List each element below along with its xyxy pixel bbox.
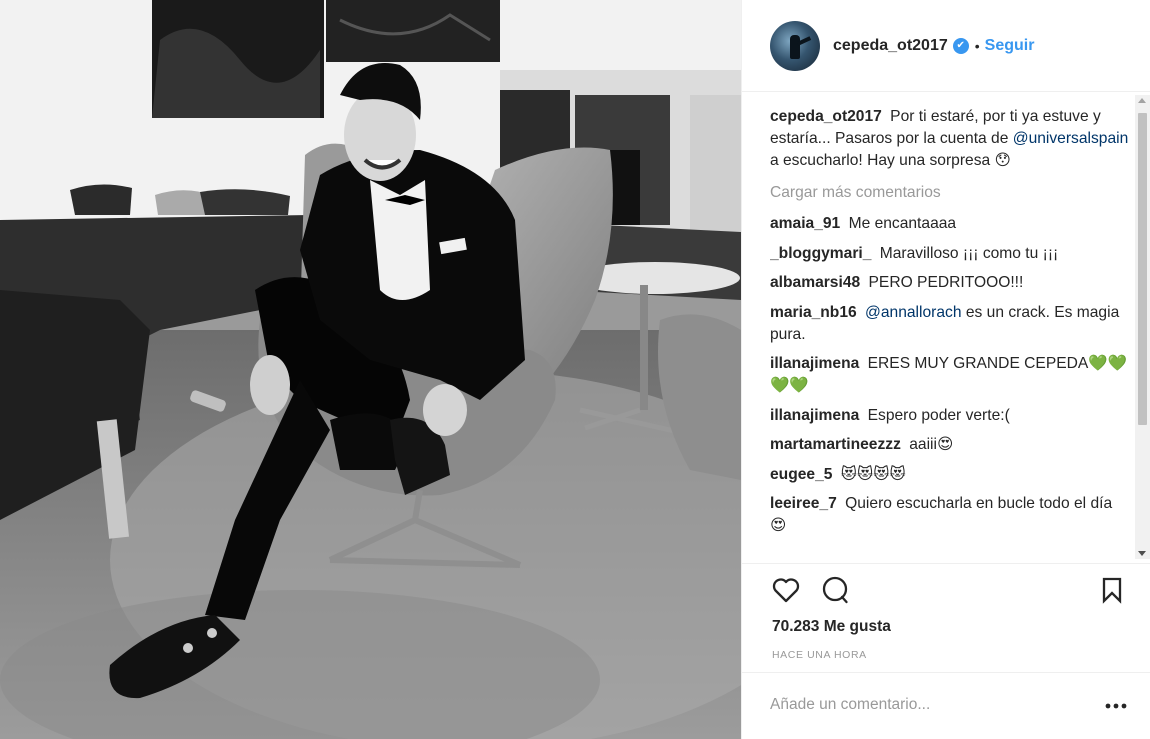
comment-row: maria_nb16 @annallorach es un crack. Es … bbox=[770, 302, 1130, 346]
post-timestamp[interactable]: HACE UNA HORA bbox=[772, 649, 867, 661]
load-more-comments-link[interactable]: Cargar más comentarios bbox=[770, 182, 1130, 204]
header-username[interactable]: cepeda_ot2017 bbox=[833, 37, 948, 55]
comment-row: illanajimena Espero poder verte:( bbox=[770, 405, 1130, 427]
post-header: cepeda_ot2017 ✔ • Seguir bbox=[742, 0, 1150, 92]
comment-icon-svg bbox=[822, 576, 848, 604]
comment-row: illanajimena ERES MUY GRANDE CEPEDA💚💚💚💚 bbox=[770, 353, 1130, 397]
bookmark-icon[interactable] bbox=[1096, 574, 1128, 606]
comment-text: aaiii bbox=[909, 436, 937, 453]
photo-scene bbox=[0, 0, 741, 739]
comment-username[interactable]: illanajimena bbox=[770, 407, 859, 424]
comment-row: eugee_5 😻😻😻😻 bbox=[770, 464, 1130, 486]
heart-icon-svg bbox=[772, 578, 800, 603]
follow-button[interactable]: Seguir bbox=[985, 37, 1035, 55]
comment-username[interactable]: albamarsi48 bbox=[770, 274, 860, 291]
separator-dot: • bbox=[974, 37, 980, 54]
comment-emoji: 😍 bbox=[936, 436, 954, 453]
comment-text: Me encantaaaa bbox=[848, 215, 957, 232]
comment-text: Quiero escucharla en bucle todo el día bbox=[845, 495, 1113, 512]
caption: cepeda_ot2017 Por ti estaré, por ti ya e… bbox=[770, 106, 1130, 172]
scroll-up-icon[interactable] bbox=[1138, 98, 1146, 103]
comment-emoji: 😍 bbox=[770, 517, 787, 534]
caption-emoji: 😯 bbox=[994, 152, 1011, 169]
add-comment-input[interactable] bbox=[770, 693, 1090, 717]
post-side-panel: cepeda_ot2017 ✔ • Seguir cepeda_ot2017 P… bbox=[741, 0, 1150, 739]
avatar[interactable] bbox=[770, 20, 820, 71]
comment-username[interactable]: _bloggymari_ bbox=[770, 245, 871, 262]
comment-mention[interactable]: @annallorach bbox=[865, 304, 961, 321]
comments-scrollbar[interactable] bbox=[1135, 95, 1150, 559]
comment-text: Maravilloso ¡¡¡ como tu ¡¡¡ bbox=[879, 244, 1059, 262]
likes-count[interactable]: 70.283 Me gusta bbox=[772, 618, 891, 636]
add-comment-bar bbox=[742, 672, 1150, 739]
bookmark-icon-svg bbox=[1102, 577, 1122, 604]
caption-mention[interactable]: @universalspain bbox=[1013, 130, 1129, 147]
comment-row: _bloggymari_ Maravilloso ¡¡¡ como tu ¡¡¡ bbox=[770, 243, 1130, 265]
scroll-down-icon[interactable] bbox=[1138, 551, 1146, 556]
scrollbar-thumb[interactable] bbox=[1138, 113, 1147, 425]
comment-username[interactable]: leeiree_7 bbox=[770, 495, 837, 512]
comment-username[interactable]: amaia_91 bbox=[770, 215, 840, 232]
comments-list[interactable]: cepeda_ot2017 Por ti estaré, por ti ya e… bbox=[770, 106, 1130, 564]
comment-text: PERO PEDRITOOO!!! bbox=[868, 274, 1024, 291]
comment-row: martamartineezzz aaiii😍 bbox=[770, 434, 1130, 456]
comment-username[interactable]: illanajimena bbox=[770, 355, 859, 372]
comment-row: amaia_91 Me encantaaaa bbox=[770, 213, 1130, 235]
comment-icon[interactable] bbox=[819, 574, 851, 606]
more-options-icon[interactable] bbox=[1104, 699, 1128, 711]
comment-row: leeiree_7 Quiero escucharla en bucle tod… bbox=[770, 493, 1130, 537]
post-photo bbox=[0, 0, 741, 739]
verified-icon: ✔ bbox=[952, 37, 969, 54]
comment-username[interactable]: maria_nb16 bbox=[770, 304, 857, 321]
comment-text: ERES MUY GRANDE CEPEDA bbox=[867, 355, 1089, 372]
comment-username[interactable]: eugee_5 bbox=[770, 466, 832, 483]
more-options-icon-svg bbox=[1105, 703, 1127, 709]
avatar-figure bbox=[790, 34, 800, 59]
post-actions: 70.283 Me gusta HACE UNA HORA bbox=[742, 563, 1150, 683]
comment-emoji: 😻😻😻😻 bbox=[840, 465, 906, 483]
heart-icon[interactable] bbox=[770, 574, 802, 606]
caption-text-after: a escucharlo! Hay una sorpresa bbox=[770, 152, 991, 169]
comment-row: albamarsi48 PERO PEDRITOOO!!! bbox=[770, 272, 1130, 294]
comment-text: Espero poder verte:( bbox=[867, 406, 1010, 424]
caption-username[interactable]: cepeda_ot2017 bbox=[770, 108, 882, 125]
comment-username[interactable]: martamartineezzz bbox=[770, 436, 901, 453]
